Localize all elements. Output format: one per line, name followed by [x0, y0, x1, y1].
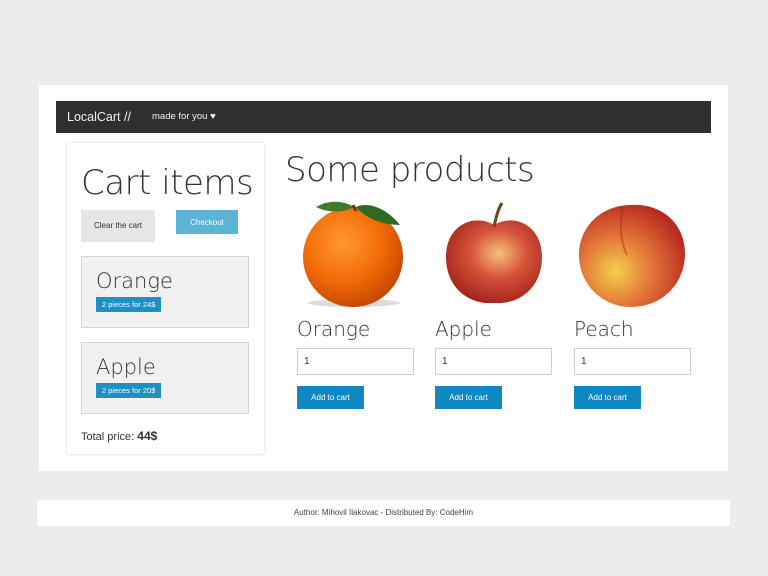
- footer: Author: Mihovil Ilakovac - Distributed B…: [37, 500, 730, 526]
- add-to-cart-button[interactable]: Add to cart: [297, 386, 364, 409]
- product-card-peach: Peach Add to cart: [573, 195, 713, 415]
- product-name: Peach: [574, 317, 634, 341]
- total-price: Total price: 44$: [81, 429, 157, 443]
- nav-tagline: made for you ♥: [152, 111, 216, 122]
- navbar: LocalCart // made for you ♥: [56, 101, 711, 133]
- peach-fruit-icon: [579, 204, 685, 307]
- quantity-input[interactable]: [297, 348, 414, 375]
- total-label: Total price:: [81, 431, 135, 443]
- brand-logo[interactable]: LocalCart //: [67, 110, 131, 124]
- cart-item-name: Apple: [96, 355, 156, 379]
- clear-cart-button[interactable]: Clear the cart: [81, 210, 155, 242]
- orange-fruit-icon: [303, 201, 403, 307]
- checkout-button[interactable]: Checkout: [176, 210, 238, 234]
- cart-item-orange: Orange 2 pieces for 24$: [81, 256, 249, 328]
- apple-fruit-icon: [446, 202, 542, 304]
- cart-panel: Cart items Clear the cart Checkout Orang…: [67, 143, 264, 454]
- products-title: Some products: [285, 150, 535, 190]
- cart-item-name: Orange: [96, 269, 173, 293]
- add-to-cart-button[interactable]: Add to cart: [435, 386, 502, 409]
- product-card-apple: Apple Add to cart: [434, 195, 574, 415]
- cart-item-badge: 2 pieces for 24$: [96, 297, 162, 312]
- cart-title: Cart items: [81, 163, 254, 203]
- total-value: 44$: [137, 429, 158, 443]
- cart-item-badge: 2 pieces for 20$: [96, 383, 162, 398]
- footer-credit: Author: Mihovil Ilakovac - Distributed B…: [293, 508, 474, 517]
- quantity-input[interactable]: [435, 348, 552, 375]
- product-card-orange: Orange Add to cart: [296, 195, 436, 415]
- product-name: Apple: [435, 317, 492, 341]
- cart-item-apple: Apple 2 pieces for 20$: [81, 342, 249, 414]
- add-to-cart-button[interactable]: Add to cart: [574, 386, 641, 409]
- quantity-input[interactable]: [574, 348, 691, 375]
- product-name: Orange: [297, 317, 371, 341]
